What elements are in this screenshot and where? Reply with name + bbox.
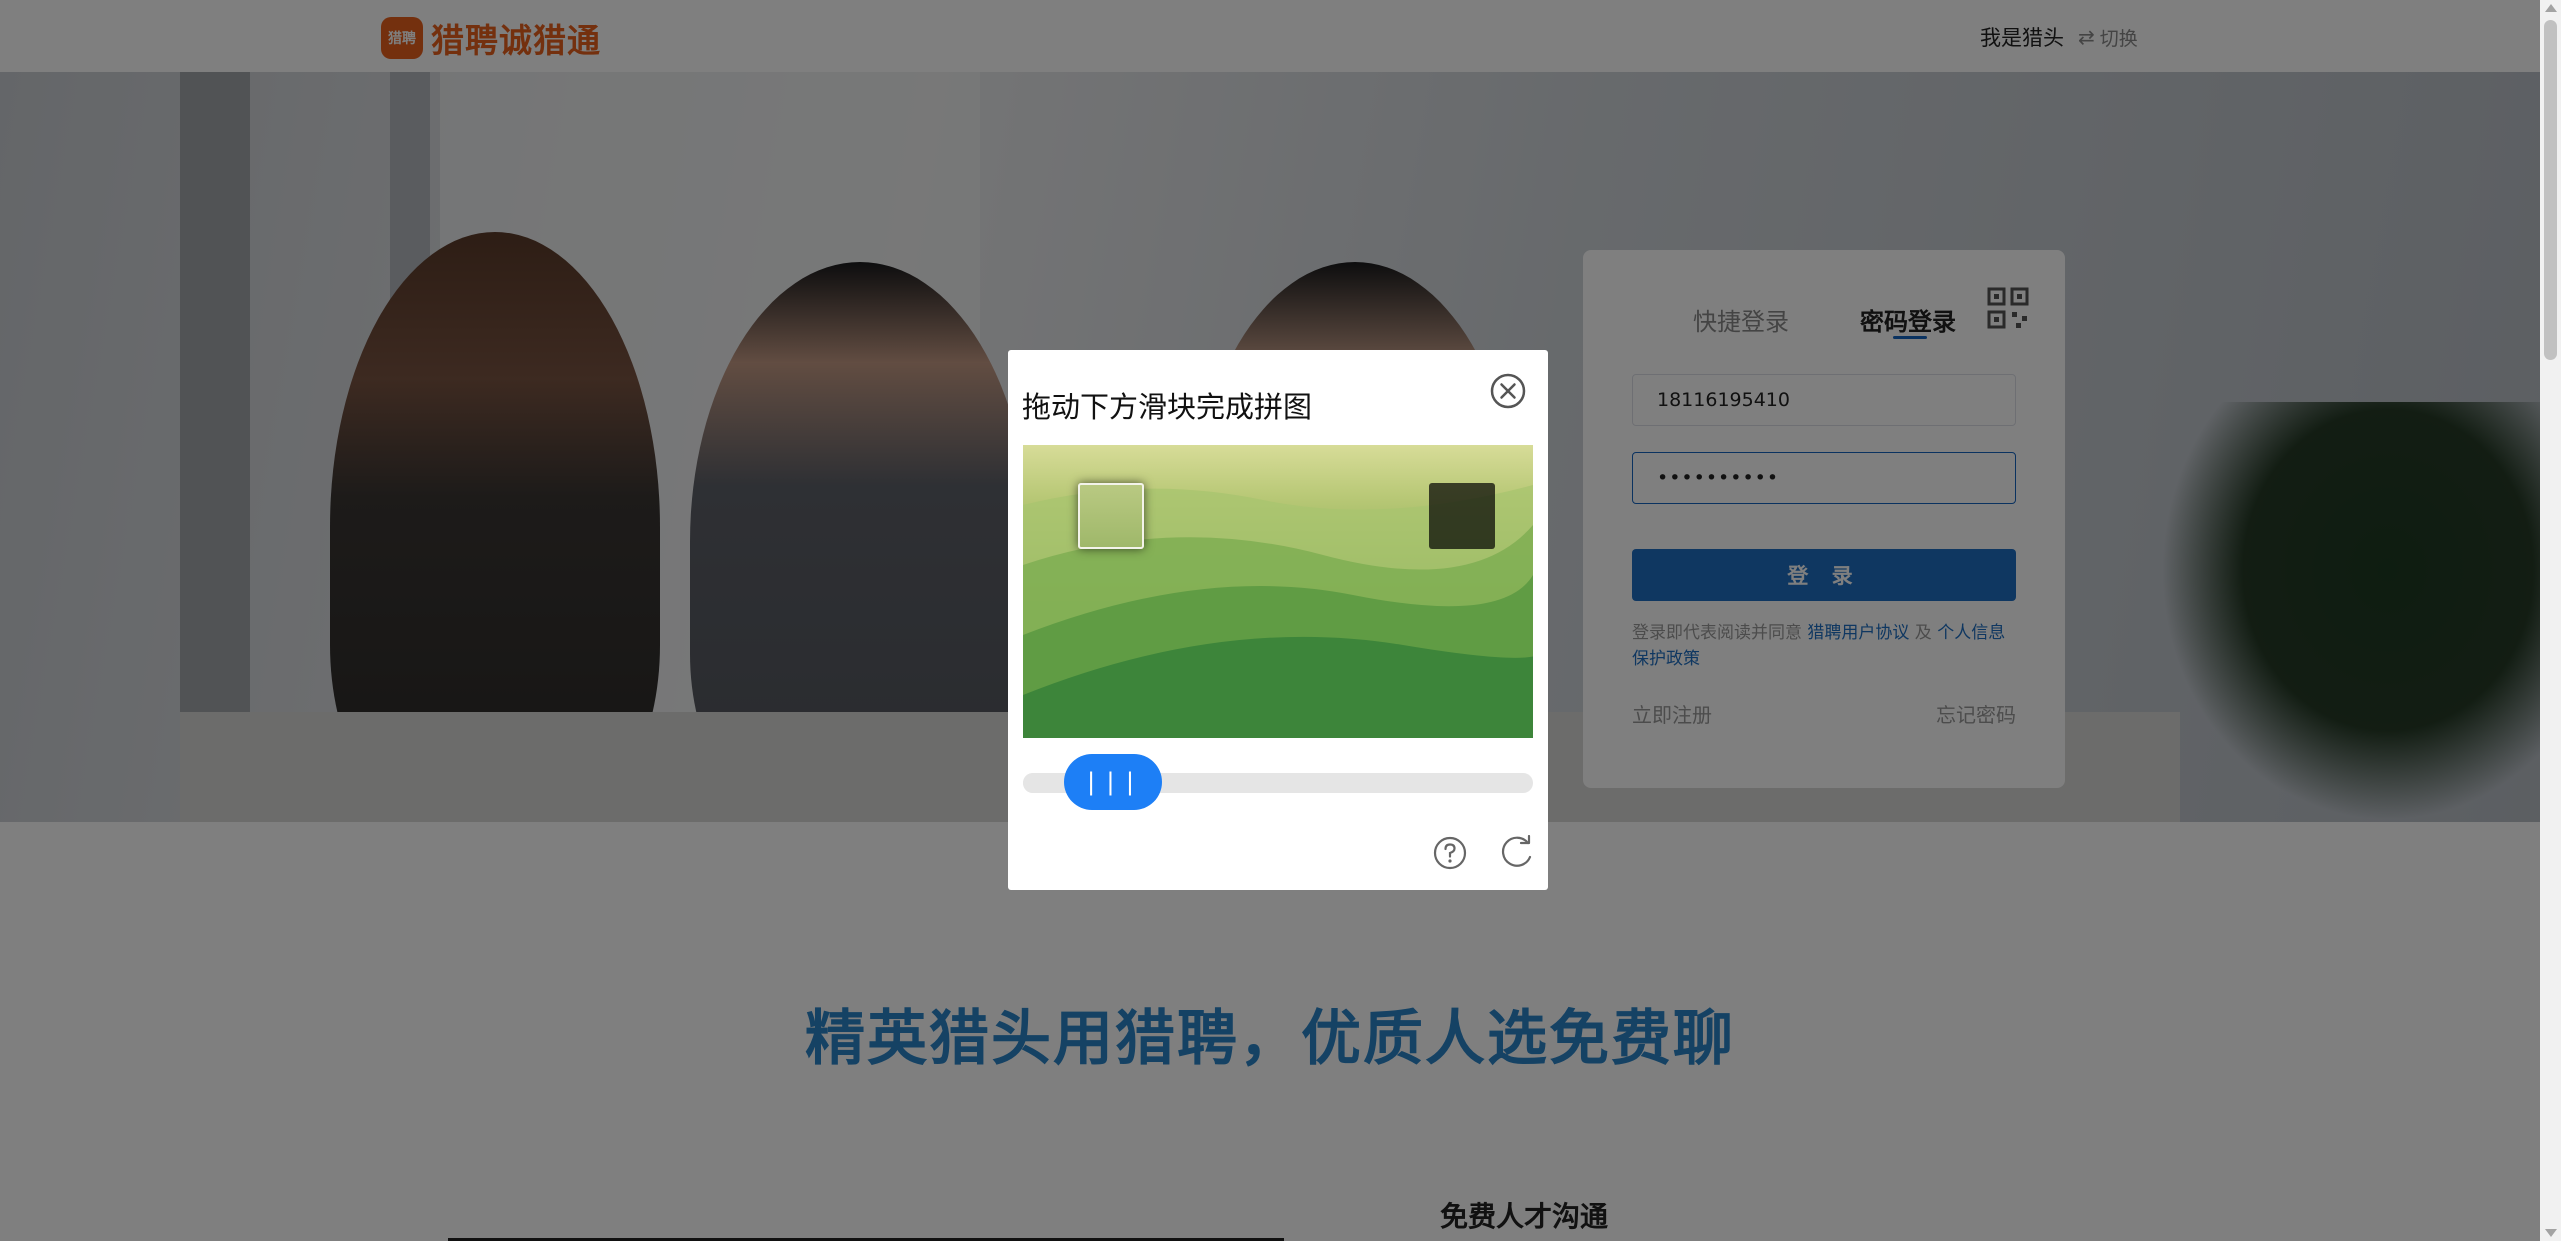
captcha-dialog: 拖动下方滑块完成拼图 ||| bbox=[1008, 350, 1548, 890]
puzzle-piece bbox=[1078, 483, 1144, 549]
captcha-title: 拖动下方滑块完成拼图 bbox=[1022, 390, 1313, 424]
scroll-up-arrow-icon[interactable] bbox=[2545, 4, 2557, 12]
help-icon[interactable] bbox=[1432, 835, 1468, 871]
puzzle-background-image bbox=[1023, 445, 1533, 738]
scrollbar-thumb[interactable] bbox=[2544, 20, 2557, 360]
refresh-icon[interactable] bbox=[1497, 835, 1535, 871]
puzzle-target-slot bbox=[1429, 483, 1495, 549]
scroll-down-arrow-icon[interactable] bbox=[2545, 1229, 2557, 1237]
page-scrollbar[interactable] bbox=[2540, 0, 2561, 1241]
slider-handle[interactable]: ||| bbox=[1064, 754, 1162, 810]
close-icon[interactable] bbox=[1489, 372, 1527, 410]
